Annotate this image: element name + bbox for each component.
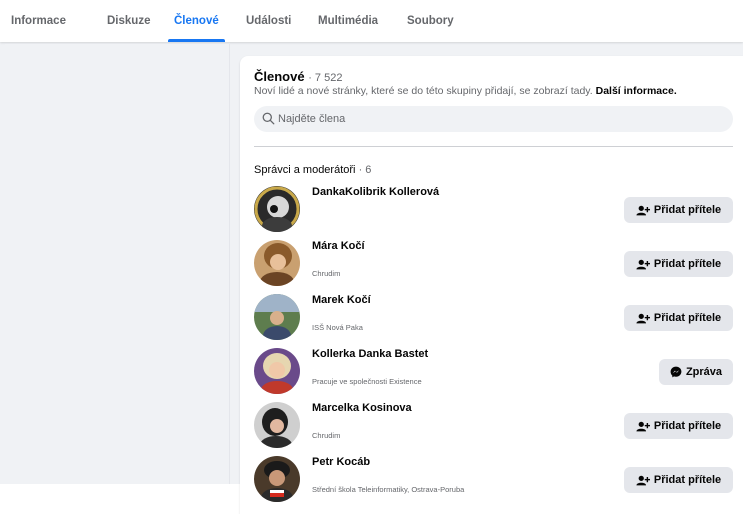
add-friend-icon [636, 205, 650, 215]
bottom-strip [0, 484, 240, 514]
member-row: Marek Kočí ISŠ Nová Paka Přidat přítele [254, 294, 733, 344]
messenger-icon [670, 366, 682, 378]
add-friend-button[interactable]: Přidat přítele [624, 413, 733, 439]
add-friend-button[interactable]: Přidat přítele [624, 305, 733, 331]
avatar[interactable] [254, 348, 300, 394]
search-icon [262, 112, 275, 125]
member-name[interactable]: Petr Kocáb [312, 456, 370, 468]
member-subtitle: Střední škola Teleinformatiky, Ostrava-P… [312, 485, 465, 494]
add-friend-label: Přidat přítele [653, 474, 722, 486]
member-name[interactable]: DankaKolibrik Kollerová [312, 186, 439, 198]
add-friend-label: Přidat přítele [653, 312, 722, 324]
tab-diskuze[interactable]: Diskuze [107, 0, 150, 42]
members-title: Členové [254, 69, 305, 84]
member-name[interactable]: Kollerka Danka Bastet [312, 348, 428, 360]
add-friend-button[interactable]: Přidat přítele [624, 197, 733, 223]
members-description: Noví lidé a nové stránky, které se do té… [254, 85, 677, 97]
members-heading: Členové · 7 522 [254, 69, 342, 84]
admins-section-title: Správci a moderátoři · 6 [254, 164, 371, 176]
avatar[interactable] [254, 294, 300, 340]
divider [254, 146, 733, 147]
member-row: Mára Kočí Chrudim Přidat přítele [254, 240, 733, 290]
add-friend-label: Přidat přítele [653, 420, 722, 432]
member-name[interactable]: Marek Kočí [312, 294, 371, 306]
group-tab-bar: Informace Diskuze Členové Události Multi… [0, 0, 743, 42]
member-row: Marcelka Kosinova Chrudim Přidat přítele [254, 402, 733, 452]
member-row: DankaKolibrik Kollerová Přidat přítele [254, 186, 733, 236]
search-input[interactable] [278, 106, 718, 132]
member-name[interactable]: Marcelka Kosinova [312, 402, 412, 414]
admins-section-count: · 6 [358, 164, 372, 176]
members-panel: Členové · 7 522 Noví lidé a nové stránky… [240, 56, 743, 514]
member-name[interactable]: Mára Kočí [312, 240, 365, 252]
add-friend-button[interactable]: Přidat přítele [624, 467, 733, 493]
member-subtitle: Chrudim [312, 431, 341, 440]
tab-multimedia[interactable]: Multimédia [318, 0, 378, 42]
message-label: Zpráva [685, 366, 723, 378]
members-count: · 7 522 [308, 72, 343, 84]
message-button[interactable]: Zpráva [659, 359, 733, 385]
member-subtitle: ISŠ Nová Paka [312, 323, 363, 332]
tab-clenove[interactable]: Členové [168, 0, 225, 42]
tab-soubory[interactable]: Soubory [407, 0, 454, 42]
admins-section-label: Správci a moderátoři [254, 164, 356, 176]
avatar[interactable] [254, 456, 300, 502]
more-info-link[interactable]: Další informace. [596, 85, 677, 97]
member-row: Kollerka Danka Bastet Pracuje ve společn… [254, 348, 733, 398]
add-friend-icon [636, 475, 650, 485]
members-subtitle: Noví lidé a nové stránky, které se do té… [254, 85, 593, 97]
left-column [5, 44, 230, 484]
add-friend-button[interactable]: Přidat přítele [624, 251, 733, 277]
member-subtitle: Pracuje ve společnosti Existence [312, 377, 422, 386]
add-friend-label: Přidat přítele [653, 258, 722, 270]
tab-udalosti[interactable]: Události [246, 0, 291, 42]
add-friend-icon [636, 421, 650, 431]
avatar[interactable] [254, 402, 300, 448]
add-friend-icon [636, 259, 650, 269]
member-subtitle: Chrudim [312, 269, 341, 278]
member-row: Petr Kocáb Střední škola Teleinformatiky… [254, 456, 733, 506]
add-friend-label: Přidat přítele [653, 204, 722, 216]
tab-informace[interactable]: Informace [11, 0, 66, 42]
avatar[interactable] [254, 186, 300, 232]
member-search[interactable] [254, 106, 733, 132]
avatar[interactable] [254, 240, 300, 286]
add-friend-icon [636, 313, 650, 323]
